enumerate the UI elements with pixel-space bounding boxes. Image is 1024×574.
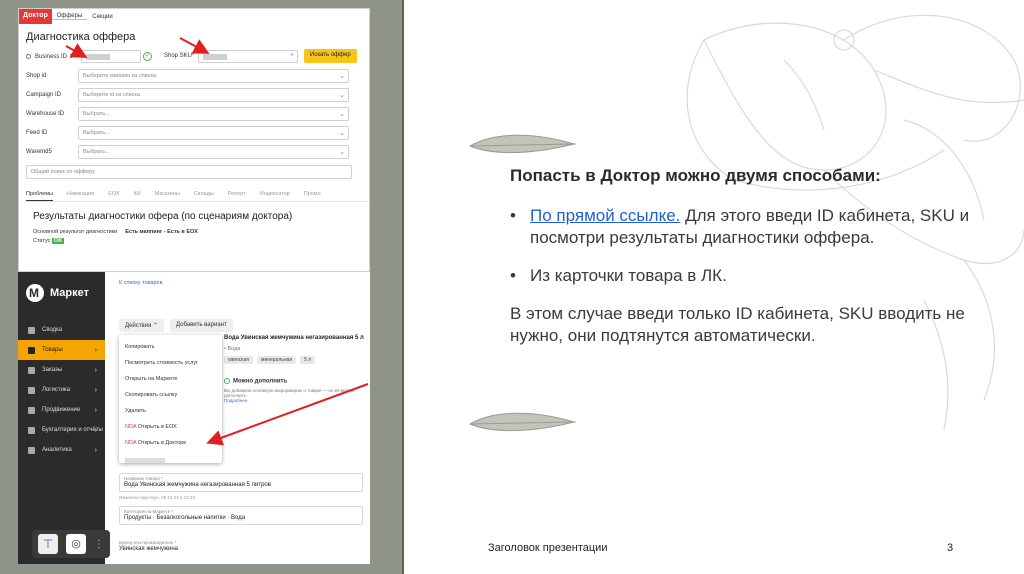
arrow-to-shop-sku [179,37,210,54]
feather-top-icon [468,134,577,154]
page-number: 3 [947,542,954,554]
slide-content: Попасть в Доктор можно двумя способами: … [510,165,980,347]
annotation-arrows [65,37,369,446]
bullet-product-card: • Из карточки товара в ЛК. [510,265,980,287]
slide-note: В этом случае введи только ID кабинета, … [510,304,965,345]
bullet-text: Из карточки товара в ЛК. [530,266,727,285]
arrow-to-business-id [65,43,88,58]
bullet-marker: • [510,206,516,225]
feather-bottom-icon [468,412,577,432]
slide-heading: Попасть в Доктор можно двумя способами: [510,166,881,185]
direct-link[interactable]: По прямой ссылке. [530,206,680,225]
arrow-to-open-doctor [206,383,369,446]
bullet-marker: • [510,266,516,285]
bullet-list: • По прямой ссылке. Для этого введи ID к… [510,205,980,287]
bullet-direct-link: • По прямой ссылке. Для этого введи ID к… [510,205,980,249]
footer-title: Заголовок презентации [488,542,608,554]
